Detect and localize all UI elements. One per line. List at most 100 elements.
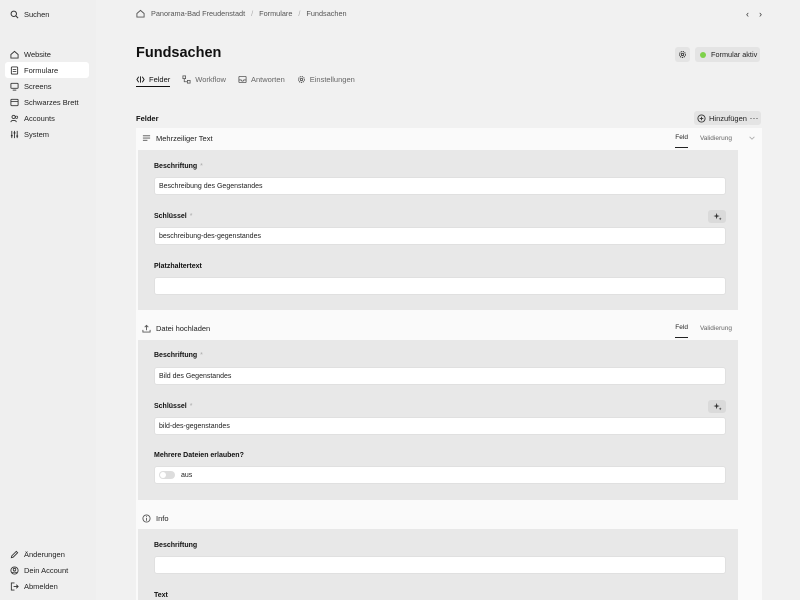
info-icon [142, 513, 151, 523]
chevron-left-icon[interactable]: ‹ [746, 9, 749, 19]
status-dot [700, 51, 706, 58]
sidebar-item-system[interactable]: System [5, 126, 89, 142]
fields-icon [136, 75, 145, 84]
tab-label: Workflow [195, 75, 226, 84]
caption-label: Beschriftung * [154, 352, 203, 359]
field-tab-validierung[interactable]: Validierung [700, 318, 732, 338]
key-input[interactable]: beschreibung-des-gegenstandes [154, 227, 726, 245]
breadcrumb: Panorama-Bad Freudenstadt / Formulare / … [136, 9, 347, 18]
sidebar-item-label: Website [24, 49, 51, 59]
placeholder-label: Platzhaltertext [154, 263, 202, 270]
placeholder-input[interactable] [154, 277, 726, 295]
breadcrumb-item: Fundsachen [306, 9, 347, 18]
sidebar-item-label: Formulare [24, 65, 59, 75]
sidebar-item-formulare[interactable]: Formulare [5, 62, 89, 78]
sidebar: Suchen Website Formulare Screens Schwarz… [0, 0, 96, 600]
field-body: Beschriftung * Bild des Gegenstandes Schl… [138, 340, 738, 500]
chevron-down-icon[interactable] [748, 134, 756, 142]
sidebar-item-label: Screens [24, 81, 52, 91]
pen-icon [9, 549, 19, 559]
caption-input[interactable]: Bild des Gegenstandes [154, 367, 726, 385]
caption-label: Beschriftung [154, 542, 198, 549]
sidebar-item-label: Schwarzes Brett [24, 97, 79, 107]
breadcrumb-item[interactable]: Panorama-Bad Freudenstadt [151, 9, 245, 18]
more-options-button[interactable]: ··· [747, 111, 761, 125]
form-status-button[interactable]: Formular aktiv [695, 47, 760, 62]
text-lines-icon [142, 134, 151, 143]
toggle-state-label: aus [181, 471, 193, 479]
sidebar-item-website[interactable]: Website [5, 46, 89, 62]
field-tabs: Feld Validierung [675, 318, 732, 338]
chevron-right-icon[interactable]: › [759, 9, 762, 19]
text-label: Text [154, 592, 168, 599]
sidebar-item-label: System [24, 129, 50, 139]
field-tab-validierung[interactable]: Validierung [700, 128, 732, 148]
tab-einstellungen[interactable]: Einstellungen [297, 73, 355, 87]
tab-bar: Felder Workflow Antworten Einstellungen [136, 73, 355, 87]
search-icon [9, 9, 19, 19]
generate-key-button[interactable] [708, 400, 726, 413]
field-tab-feld[interactable]: Feld [675, 318, 688, 338]
tab-felder[interactable]: Felder [136, 73, 171, 87]
upload-icon [142, 324, 151, 333]
gear-icon [297, 75, 306, 84]
plus-circle-icon [697, 113, 706, 123]
tab-label: Einstellungen [309, 75, 355, 84]
key-label: Schlüssel * [154, 213, 193, 220]
field-body: Beschriftung * Beschreibung des Gegenstan… [138, 150, 738, 310]
sidebar-item-label: Abmelden [24, 581, 58, 591]
field-type-label: Info [156, 513, 169, 523]
caption-input[interactable] [154, 556, 726, 574]
logout-icon [9, 581, 19, 591]
field-header[interactable]: Mehrzeiliger Text Feld Validierung [136, 128, 738, 148]
board-icon [9, 97, 19, 107]
field-body: Beschriftung Text [138, 529, 738, 600]
generate-key-button[interactable] [708, 210, 726, 223]
workflow-icon [182, 75, 191, 84]
sidebar-item-abmelden[interactable]: Abmelden [5, 578, 89, 594]
sidebar-item-aenderungen[interactable]: Änderungen [5, 546, 89, 562]
caption-input[interactable]: Beschreibung des Gegenstandes [154, 177, 726, 195]
sliders-icon [9, 129, 19, 139]
sidebar-item-dein-account[interactable]: Dein Account [5, 562, 89, 578]
breadcrumb-item[interactable]: Formulare [259, 9, 292, 18]
home-icon[interactable] [136, 9, 145, 18]
settings-button[interactable] [675, 47, 690, 62]
nav-arrows: ‹ › [746, 9, 762, 19]
tab-label: Felder [149, 74, 171, 84]
sidebar-item-label: Dein Account [24, 565, 69, 575]
search-button[interactable]: Suchen [5, 6, 89, 22]
sidebar-item-label: Änderungen [24, 549, 65, 559]
breadcrumb-separator: / [298, 9, 301, 18]
sparkle-icon [712, 402, 722, 411]
toggle-switch[interactable] [159, 471, 175, 479]
caption-label: Beschriftung * [154, 163, 203, 170]
page-title: Fundsachen [136, 45, 222, 61]
tab-workflow[interactable]: Workflow [182, 73, 226, 87]
field-header[interactable]: Datei hochladen Feld Validierung [136, 318, 738, 338]
home-icon [9, 49, 19, 59]
breadcrumb-separator: / [251, 9, 254, 18]
multi-files-toggle[interactable]: aus [154, 466, 726, 484]
sidebar-item-screens[interactable]: Screens [5, 78, 89, 94]
screen-icon [9, 81, 19, 91]
form-icon [9, 65, 19, 75]
search-label: Suchen [24, 9, 50, 19]
add-field-button[interactable]: Hinzufügen [694, 111, 750, 125]
tab-antworten[interactable]: Antworten [238, 73, 285, 87]
fields-list: Mehrzeiliger Text Feld Validierung Besch… [136, 128, 762, 600]
multi-files-label: Mehrere Dateien erlauben? [154, 452, 244, 459]
main-content: Panorama-Bad Freudenstadt / Formulare / … [96, 0, 800, 600]
tab-label: Antworten [250, 75, 285, 84]
field-type-label: Datei hochladen [156, 323, 211, 333]
sidebar-item-label: Accounts [24, 113, 55, 123]
gear-icon [678, 50, 687, 59]
field-tab-feld[interactable]: Feld [675, 128, 688, 148]
key-label: Schlüssel * [154, 403, 193, 410]
sidebar-item-accounts[interactable]: Accounts [5, 110, 89, 126]
field-header[interactable]: Info [136, 508, 738, 528]
sidebar-item-schwarzes-brett[interactable]: Schwarzes Brett [5, 94, 89, 110]
sparkle-icon [712, 212, 722, 221]
fields-section-label: Felder [136, 114, 159, 123]
key-input[interactable]: bild-des-gegenstandes [154, 417, 726, 435]
